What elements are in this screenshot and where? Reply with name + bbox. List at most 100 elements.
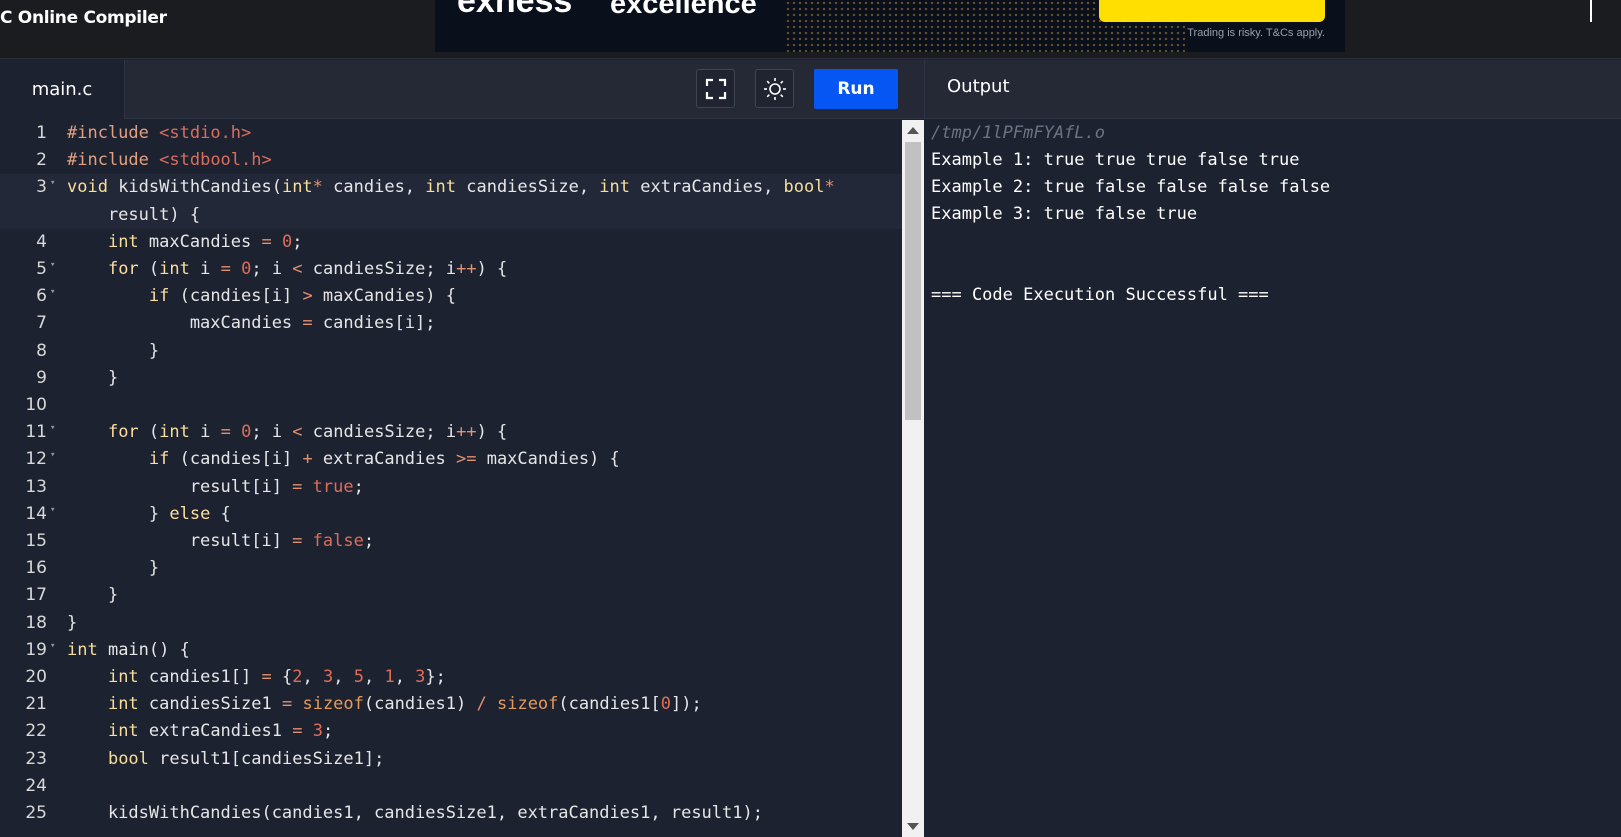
- line-number: 23: [25, 748, 47, 769]
- run-button[interactable]: Run: [814, 69, 898, 109]
- scroll-up-arrow-icon[interactable]: [907, 127, 919, 134]
- code-line[interactable]: 14 ▾ } else {: [0, 501, 902, 528]
- code-text: for (int i = 0; i < candiesSize; i++) {: [107, 259, 508, 279]
- fold-arrow-icon[interactable]: ▾: [50, 178, 55, 188]
- code-text: kidsWithCandies(candies1, candiesSize1, …: [67, 803, 763, 823]
- code-line[interactable]: 25 kidsWithCandies(candies1, candiesSize…: [0, 800, 902, 827]
- code-text: int main() {: [67, 639, 190, 660]
- line-number: 3: [36, 177, 47, 198]
- code-line[interactable]: 17 }: [0, 582, 902, 609]
- ad-banner[interactable]: exness excellence Trading is risky. T&Cs…: [435, 0, 1345, 52]
- scroll-down-arrow-icon[interactable]: [907, 823, 919, 830]
- code-text: }: [67, 585, 119, 606]
- fold-arrow-icon[interactable]: ▾: [50, 287, 55, 297]
- line-number: 19: [25, 639, 47, 660]
- top-header: C Online Compiler exness excellence Trad…: [0, 0, 1621, 59]
- line-number: 11: [25, 422, 47, 443]
- code-line[interactable]: 20 int candies1[] = {2, 3, 5, 1, 3};: [0, 664, 902, 691]
- output-line: Example 2: true false false false false: [931, 177, 1331, 197]
- code-line[interactable]: 2 #include <stdbool.h>: [0, 147, 902, 174]
- fullscreen-button[interactable]: [696, 69, 735, 108]
- line-number: 1: [36, 123, 47, 143]
- app-title: C Online Compiler: [0, 8, 167, 28]
- fold-arrow-icon[interactable]: ▾: [50, 505, 55, 515]
- code-editor[interactable]: 1 #include <stdio.h> 2 #include <stdbool.h>…: [0, 120, 902, 837]
- fold-arrow-icon[interactable]: ▾: [50, 450, 55, 460]
- code-line[interactable]: 4 int maxCandies = 0;: [0, 229, 902, 256]
- code-line[interactable]: 22 int extraCandies1 = 3;: [0, 718, 902, 745]
- code-text: bool result1[candiesSize1];: [107, 748, 385, 769]
- tab-main-c[interactable]: main.c: [0, 60, 125, 119]
- code-text: result[i] = true;: [67, 476, 364, 497]
- code-line[interactable]: 24: [0, 773, 902, 800]
- output-line: Example 1: true true true false true: [931, 150, 1300, 170]
- code-text: } else {: [67, 503, 231, 524]
- code-line[interactable]: 5 ▾ for (int i = 0; i < candiesSize; i++)…: [0, 256, 902, 283]
- fold-arrow-icon[interactable]: ▾: [50, 423, 55, 433]
- code-line[interactable]: 10: [0, 392, 902, 419]
- code-line[interactable]: result) {: [0, 201, 902, 229]
- ad-brand: exness: [457, 0, 573, 20]
- output-panel: /tmp/1lPFmFYAfL.o Example 1: true true t…: [925, 120, 1621, 837]
- line-number: 8: [36, 340, 47, 361]
- theme-toggle-button[interactable]: [755, 69, 794, 108]
- line-number: 17: [25, 585, 47, 606]
- code-text: }: [67, 612, 78, 633]
- line-number: 7: [36, 313, 47, 334]
- output-line: Example 3: true false true: [931, 204, 1198, 224]
- code-line[interactable]: 1 #include <stdio.h>: [0, 120, 902, 147]
- line-number: 24: [25, 775, 47, 796]
- ad-tagline: excellence: [610, 0, 757, 20]
- line-number: 5: [36, 259, 47, 279]
- ad-cta-button[interactable]: [1099, 0, 1325, 22]
- output-binary-path: /tmp/1lPFmFYAfL.o: [931, 123, 1105, 143]
- code-text: for (int i = 0; i < candiesSize; i++) {: [107, 422, 508, 443]
- line-number: 16: [25, 558, 47, 579]
- line-number: 13: [25, 476, 47, 497]
- line-number: 20: [25, 667, 47, 687]
- fold-arrow-icon[interactable]: ▾: [50, 260, 55, 270]
- line-number: 9: [36, 367, 47, 388]
- code-line[interactable]: 6 ▾ if (candies[i] > maxCandies) {: [0, 283, 902, 310]
- code-text: int maxCandies = 0;: [107, 231, 303, 252]
- code-line[interactable]: 15 result[i] = false;: [0, 528, 902, 555]
- code-line[interactable]: 21 int candiesSize1 = sizeof(candies1) /…: [0, 691, 902, 718]
- line-number: 4: [36, 231, 47, 252]
- line-number: 2: [36, 150, 47, 171]
- line-number: 10: [25, 395, 47, 415]
- editor-toolbar: main.c Run: [0, 60, 924, 119]
- code-text: if (candies[i] + extraCandies >= maxCand…: [148, 449, 620, 470]
- code-line[interactable]: 16 }: [0, 555, 902, 582]
- code-text: void kidsWithCandies(int* candies, int c…: [67, 177, 835, 198]
- code-text: }: [67, 558, 160, 579]
- code-line[interactable]: 13 result[i] = true;: [0, 474, 902, 501]
- code-line[interactable]: 7 maxCandies = candies[i];: [0, 310, 902, 337]
- code-text: int candiesSize1 = sizeof(candies1) / si…: [107, 694, 702, 715]
- code-line[interactable]: 23 bool result1[candiesSize1];: [0, 746, 902, 773]
- line-number: 22: [25, 721, 47, 742]
- code-line[interactable]: 19 ▾ int main() {: [0, 637, 902, 664]
- line-number: 14: [25, 503, 47, 524]
- line-number: 6: [36, 286, 47, 307]
- line-number: 21: [25, 694, 47, 715]
- line-number: 12: [25, 449, 47, 470]
- code-text: #include <stdio.h>: [67, 123, 252, 143]
- output-status-line: === Code Execution Successful ===: [931, 285, 1269, 305]
- code-text: maxCandies = candies[i];: [67, 313, 436, 334]
- fold-arrow-icon[interactable]: ▾: [50, 641, 55, 651]
- code-text: result) {: [67, 204, 201, 225]
- code-line[interactable]: 18}: [0, 610, 902, 637]
- header-edge-mark: [1590, 0, 1592, 22]
- code-line[interactable]: 8 }: [0, 338, 902, 365]
- code-line[interactable]: 12 ▾ if (candies[i] + extraCandies >= max…: [0, 446, 902, 473]
- code-line[interactable]: 3 ▾ void kidsWithCandies(int* candies, int…: [0, 174, 902, 202]
- scrollbar-thumb[interactable]: [905, 142, 921, 420]
- code-text: if (candies[i] > maxCandies) {: [148, 286, 456, 307]
- code-line[interactable]: 11 ▾ for (int i = 0; i < candiesSize; i++…: [0, 419, 902, 446]
- code-text: }: [67, 367, 119, 388]
- code-line[interactable]: 9 }: [0, 365, 902, 392]
- line-number: 15: [25, 531, 47, 551]
- output-title: Output: [947, 76, 1010, 97]
- editor-scrollbar[interactable]: [902, 120, 924, 837]
- ad-disclaimer: Trading is risky. T&Cs apply.: [1187, 27, 1325, 39]
